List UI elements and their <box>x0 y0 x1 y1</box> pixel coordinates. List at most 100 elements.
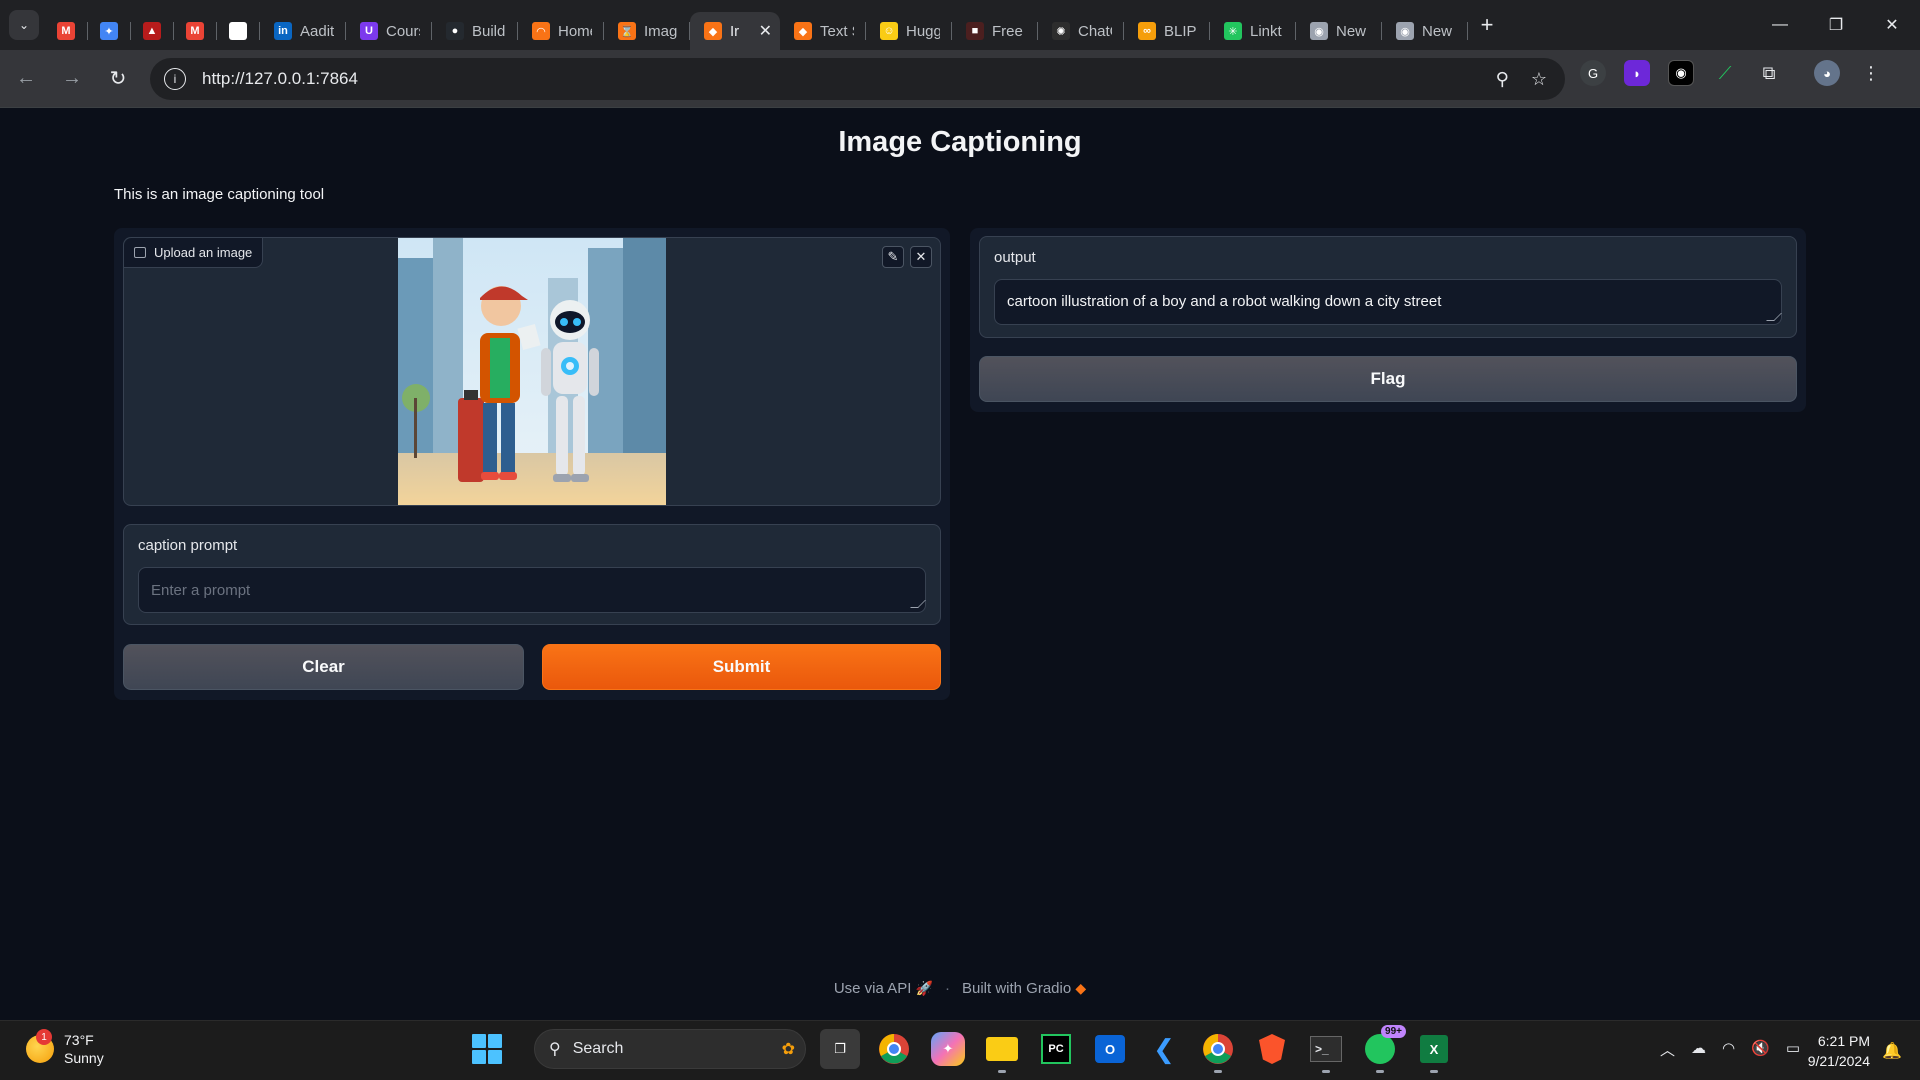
gradio-logo-icon: ◆ <box>1075 980 1087 996</box>
browser-tab[interactable]: ◆ Text S <box>780 12 866 50</box>
gradio-icon: ◆ <box>794 22 812 40</box>
browser-tab[interactable]: M <box>45 12 88 50</box>
tab-close-icon[interactable]: ✕ <box>759 21 772 41</box>
footer: Use via API 🚀 · Built with Gradio ◆ <box>0 980 1920 997</box>
battery-icon[interactable]: ▭ <box>1786 1039 1800 1060</box>
grammarly-icon[interactable]: G <box>1580 60 1606 86</box>
search-icon: ⚲ <box>549 1041 561 1058</box>
input-column: Upload an image ✎ ✕ caption prompt Enter… <box>114 228 950 700</box>
browser-tab[interactable]: ▲ <box>131 12 174 50</box>
built-with-text[interactable]: Built with Gradio <box>962 980 1071 997</box>
speaker-muted-icon[interactable]: 🔇 <box>1751 1039 1770 1060</box>
taskbar-search[interactable]: ⚲ Search ✿ <box>534 1029 806 1069</box>
task-view-icon[interactable]: ❐ <box>820 1029 860 1069</box>
browser-tab[interactable]: ✺ ChatG <box>1038 12 1124 50</box>
tab-title: Hugg <box>906 22 940 40</box>
clear-button[interactable]: Clear <box>123 644 524 690</box>
browser-tab[interactable]: ∞ BLIP I <box>1124 12 1210 50</box>
browser-tab[interactable]: ⌛ Imag <box>604 12 690 50</box>
chrome-profile-app-icon[interactable] <box>1198 1029 1238 1073</box>
reload-button[interactable]: ↻ <box>98 59 138 99</box>
hourglass-icon: ⌛ <box>618 22 636 40</box>
minimize-button[interactable]: — <box>1752 0 1808 50</box>
use-via-api-link[interactable]: Use via API 🚀 <box>834 980 933 997</box>
browser-tab[interactable]: ◆ Ir ✕ <box>690 12 780 50</box>
gmail-icon: M <box>186 22 204 40</box>
forward-button[interactable]: → <box>52 59 92 99</box>
close-icon[interactable]: ✕ <box>910 246 932 268</box>
vscode-app-icon[interactable]: ❮ <box>1144 1029 1184 1069</box>
caption-prompt-input[interactable] <box>138 567 926 613</box>
uploaded-image-preview <box>398 238 666 505</box>
tab-title: Cours <box>386 22 420 40</box>
wifi-icon[interactable]: ◠ <box>1722 1039 1735 1060</box>
tab-title: Ir <box>730 22 740 40</box>
copilot-app-icon[interactable]: ✦ <box>931 1032 965 1066</box>
browser-tab[interactable]: in Aadit <box>260 12 346 50</box>
weather-widget[interactable]: 1 73°F Sunny <box>26 1029 104 1067</box>
whatsapp-app-icon[interactable]: 99+ <box>1360 1025 1406 1073</box>
profile-avatar[interactable]: ◕ <box>1814 60 1840 86</box>
browser-tab[interactable]: M <box>174 12 217 50</box>
edit-icon[interactable]: ✎ <box>882 246 904 268</box>
zoom-icon[interactable]: ⚲ <box>1496 69 1509 90</box>
api-link-text[interactable]: Use via API <box>834 980 912 997</box>
tab-title: Free I <box>992 22 1026 40</box>
start-button[interactable] <box>472 1034 502 1064</box>
image-input-label: Upload an image <box>124 238 264 268</box>
site-info-icon[interactable]: i <box>164 68 186 90</box>
caption-prompt-label: caption prompt <box>138 537 238 554</box>
terminal-app-icon[interactable]: >_ <box>1306 1029 1346 1073</box>
browser-tab[interactable]: ✦ <box>88 12 131 50</box>
weather-temp: 73°F <box>64 1032 94 1048</box>
tab-title: BLIP I <box>1164 22 1198 40</box>
tab-search-button[interactable]: ⌄ <box>9 10 39 40</box>
extension-pen-icon[interactable]: ⟋ <box>1712 60 1738 86</box>
extension-purple-icon[interactable]: ◗ <box>1624 60 1650 86</box>
browser-tab[interactable]: ◉ New <box>1296 12 1382 50</box>
address-bar[interactable]: i http://127.0.0.1:7864 ⚲ ☆ <box>150 58 1565 100</box>
browser-tab[interactable]: ☺ Hugg <box>866 12 952 50</box>
site-icon: ▲ <box>143 22 161 40</box>
taskbar-search-label: Search <box>572 1040 624 1057</box>
file-explorer-icon[interactable] <box>982 1029 1022 1073</box>
close-window-button[interactable]: ✕ <box>1864 0 1920 50</box>
submit-button[interactable]: Submit <box>542 644 941 690</box>
onedrive-icon[interactable]: ☁ <box>1691 1039 1706 1060</box>
taskbar-clock[interactable]: 6:21 PM 9/21/2024 <box>1808 1031 1870 1071</box>
rocket-icon: 🚀 <box>915 980 933 996</box>
huggingface-icon: ☺ <box>880 22 898 40</box>
chevron-up-icon[interactable]: ︿ <box>1660 1039 1675 1060</box>
excel-app-icon[interactable]: X <box>1414 1029 1454 1073</box>
tab-title: Build <box>472 22 506 40</box>
pycharm-app-icon[interactable]: PC <box>1036 1029 1076 1069</box>
bookmark-star-icon[interactable]: ☆ <box>1531 69 1547 90</box>
browser-menu-icon[interactable]: ⋮ <box>1858 60 1884 86</box>
restore-button[interactable]: ❐ <box>1808 0 1864 50</box>
image-icon <box>134 247 146 258</box>
outlook-app-icon[interactable]: O <box>1090 1029 1130 1069</box>
back-button[interactable]: ← <box>6 59 46 99</box>
extensions-puzzle-icon[interactable]: ⧉ <box>1756 60 1782 86</box>
browser-tab[interactable]: U Cours <box>346 12 432 50</box>
taskbar-apps: ⚲ Search ✿ ❐ ✦ PC O ❮ >_ 99+ X <box>472 1025 1454 1073</box>
output-textbox[interactable]: cartoon illustration of a boy and a robo… <box>994 279 1782 325</box>
extension-black-icon[interactable]: ◉ <box>1668 60 1694 86</box>
browser-tab[interactable]: ■ Free I <box>952 12 1038 50</box>
windows-taskbar: 1 73°F Sunny ⚲ Search ✿ ❐ ✦ PC O ❮ >_ 99… <box>0 1020 1920 1080</box>
image-input[interactable]: Upload an image ✎ ✕ <box>123 237 941 506</box>
built-with-gradio-link[interactable]: Built with Gradio ◆ <box>962 980 1086 997</box>
browser-tab[interactable]: ✳ Linkt <box>1210 12 1296 50</box>
site-icon: ■ <box>966 22 984 40</box>
url-text[interactable]: http://127.0.0.1:7864 <box>202 69 358 89</box>
browser-tab[interactable]: ◠ Home <box>518 12 604 50</box>
flag-button[interactable]: Flag <box>979 356 1797 402</box>
gmail-icon: M <box>57 22 75 40</box>
notification-bell-icon[interactable]: 🔔 <box>1882 1041 1902 1061</box>
browser-tab[interactable]: ▦ <box>217 12 260 50</box>
brave-app-icon[interactable] <box>1252 1029 1292 1069</box>
new-tab-button[interactable]: + <box>1472 10 1502 40</box>
browser-tab[interactable]: ◉ New <box>1382 12 1468 50</box>
browser-tab[interactable]: ● Build <box>432 12 518 50</box>
chrome-app-icon[interactable] <box>874 1029 914 1069</box>
